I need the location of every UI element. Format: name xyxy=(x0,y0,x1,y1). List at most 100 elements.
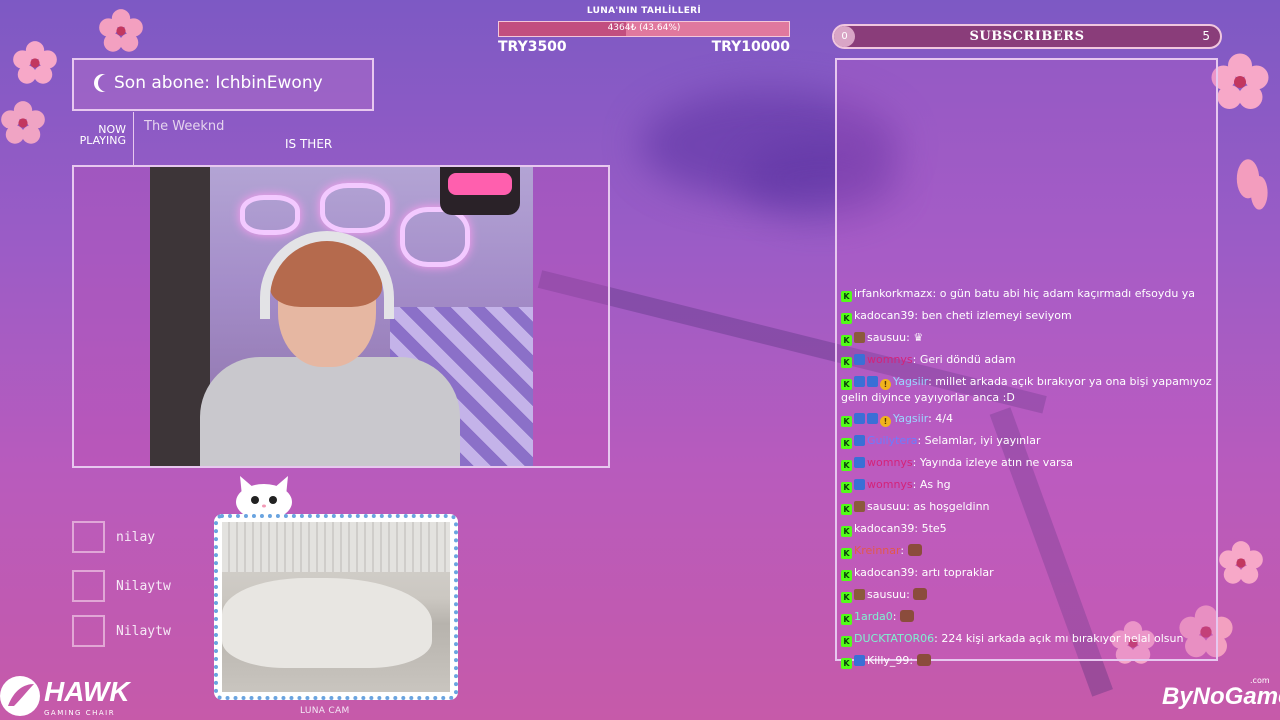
cherry-blossom-icon xyxy=(99,9,143,52)
cherry-blossom-icon xyxy=(1211,53,1269,109)
chat-text: : xyxy=(900,544,908,557)
cherry-blossom-icon xyxy=(1236,159,1268,210)
kick-badge-icon: K xyxy=(841,313,852,324)
emote-icon xyxy=(900,610,914,622)
chat-username[interactable]: Guilytera xyxy=(867,434,917,447)
last-subscriber-text: Son abone: IchbinEwony xyxy=(114,73,323,93)
webcam-neon-sign xyxy=(320,183,390,233)
chat-username[interactable]: Yagsiir xyxy=(893,412,928,425)
chat-text: : ben cheti izlemeyi seviyom xyxy=(914,309,1072,322)
kick-badge-icon: K xyxy=(841,482,852,493)
bynogame-logo-suffix: .com xyxy=(1250,676,1270,685)
emote-icon xyxy=(916,654,931,666)
donation-goal: LUNA'NIN TAHLİLLERİ 4364₺ (43.64%) TRY35… xyxy=(498,4,790,56)
hawk-logo-text: HAWK xyxy=(44,676,130,707)
chat-text: : Selamlar, iyi yayınlar xyxy=(917,434,1041,447)
sub-badge-icon xyxy=(867,413,878,424)
chat-text: : as hoşgeldinn xyxy=(906,500,990,513)
chat-text: : Yayında izleye atın ne varsa xyxy=(912,456,1074,469)
emote-icon xyxy=(907,544,922,556)
luna-cam-frame xyxy=(214,514,458,700)
bynogame-logo: ByNoGame xyxy=(1162,683,1280,710)
chat-message: Kwomnys: Geri döndü adam xyxy=(841,352,1213,368)
hawk-logo-icon xyxy=(0,676,40,716)
cherry-blossom-icon xyxy=(1,101,45,144)
cherry-blossom-icon xyxy=(13,41,57,84)
chat-text: : xyxy=(906,588,914,601)
vip-badge-icon: ! xyxy=(880,379,891,390)
now-playing-track: IS THER xyxy=(285,137,333,151)
chat-username[interactable]: kadocan39 xyxy=(854,566,914,579)
chat-username[interactable]: irfankorkmazx xyxy=(854,287,933,300)
chat-text: : 4/4 xyxy=(928,412,954,425)
now-playing-label: NOW PLAYING xyxy=(79,123,126,147)
kick-badge-icon: K xyxy=(841,335,852,346)
main-webcam-video xyxy=(150,167,533,466)
kick-badge-icon: K xyxy=(841,357,852,368)
chat-text: : o gün batu abi hiç adam kaçırmadı efso… xyxy=(932,287,1196,300)
chat-message: Kkadocan39: 5te5 xyxy=(841,521,1213,537)
chat-username[interactable]: womnys xyxy=(867,353,913,366)
follower-avatar xyxy=(72,615,105,647)
follower-avatar xyxy=(72,521,105,553)
follower-name: nilay xyxy=(116,530,156,545)
chat-message: Kwomnys: As hg xyxy=(841,477,1213,493)
chat-username[interactable]: Yagsiir xyxy=(893,375,928,388)
chat-username[interactable]: kadocan39 xyxy=(854,522,914,535)
chat-message: K Guilytera: Selamlar, iyi yayınlar xyxy=(841,433,1213,449)
chat-text: : ♛ xyxy=(906,331,924,344)
chat-message: Kkadocan39: artı topraklar xyxy=(841,565,1213,581)
chat-username[interactable]: 1arda0 xyxy=(854,610,893,623)
sub-badge-icon xyxy=(867,376,878,387)
webcam-microphone xyxy=(440,167,520,215)
gift-badge-icon xyxy=(854,501,865,512)
goal-progress-bar: 4364₺ (43.64%) xyxy=(498,21,790,37)
kick-badge-icon: K xyxy=(841,614,852,625)
chat-text: : 224 kişi arkada açık mı bırakıyor hela… xyxy=(934,632,1184,645)
kick-badge-icon: K xyxy=(841,291,852,302)
cherry-blossom-icon xyxy=(1219,541,1263,584)
chat-username[interactable]: womnys xyxy=(867,478,913,491)
chat-text: : 5te5 xyxy=(914,522,947,535)
gift-badge-icon xyxy=(854,332,865,343)
chat-username[interactable]: sausuu xyxy=(867,500,906,513)
chat-text: : artı topraklar xyxy=(914,566,994,579)
chat-text: : xyxy=(909,654,917,667)
emote-icon xyxy=(913,588,928,600)
cat-icon xyxy=(236,476,292,520)
chat-username[interactable]: kadocan39 xyxy=(854,309,914,322)
sub-badge-icon xyxy=(854,376,865,387)
main-webcam-frame xyxy=(72,165,610,468)
follower-avatar xyxy=(72,570,105,602)
chat-panel: Kirfankorkmazx: o gün batu abi hiç adam … xyxy=(835,58,1218,669)
vip-badge-icon: ! xyxy=(880,416,891,427)
chat-message: K! Yagsiir: 4/4 xyxy=(841,411,1213,427)
chat-username[interactable]: womnys xyxy=(867,456,913,469)
goal-min-value: TRY3500 xyxy=(498,39,567,55)
chat-message: K Killy_99: xyxy=(841,653,1213,669)
kick-badge-icon: K xyxy=(841,379,852,390)
follower-name: Nilaytw xyxy=(116,624,171,639)
kick-badge-icon: K xyxy=(841,504,852,515)
chat-username[interactable]: Killy_99 xyxy=(867,654,909,667)
chat-message: K Kreinnar: xyxy=(841,543,1213,559)
chat-username[interactable]: DUCKTATOR06 xyxy=(854,632,934,645)
sub-badge-icon xyxy=(854,479,865,490)
hawk-logo-subtitle: GAMING CHAIR xyxy=(44,709,116,717)
chat-username[interactable]: sausuu xyxy=(867,588,906,601)
kick-badge-icon: K xyxy=(841,438,852,449)
kick-badge-icon: K xyxy=(841,592,852,603)
chat-username[interactable]: sausuu xyxy=(867,331,906,344)
chat-username[interactable]: Kreinnar xyxy=(854,544,900,557)
chat-message: Ksausuu: as hoşgeldinn xyxy=(841,499,1213,515)
sub-badge-icon xyxy=(854,354,865,365)
follower-name: Nilaytw xyxy=(116,579,171,594)
chat-text: : xyxy=(892,610,900,623)
chat-message: Kkadocan39: ben cheti izlemeyi seviyom xyxy=(841,308,1213,324)
sub-badge-icon xyxy=(854,413,865,424)
sub-badge-icon xyxy=(854,435,865,446)
gift-badge-icon xyxy=(854,589,865,600)
now-playing-divider xyxy=(133,112,134,166)
kick-badge-icon: K xyxy=(841,636,852,647)
chat-text: : Geri döndü adam xyxy=(912,353,1016,366)
